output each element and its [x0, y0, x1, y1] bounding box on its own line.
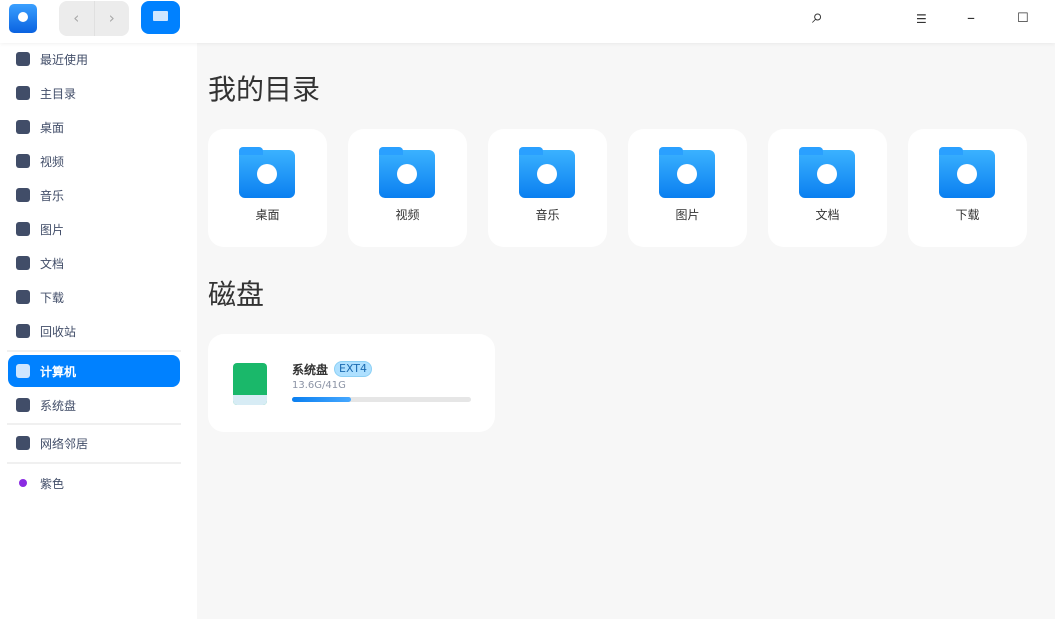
disk-usage-bar: [292, 397, 471, 402]
computer-view-button[interactable]: [141, 1, 180, 34]
drive-icon: [233, 363, 267, 405]
folder-label: 文档: [815, 208, 840, 222]
folder-card-pictures[interactable]: 图片: [628, 129, 747, 247]
sidebar-item-video[interactable]: 视频: [8, 145, 180, 177]
sidebar-divider: [7, 350, 181, 352]
video-icon: [16, 154, 30, 168]
sidebar-item-tag[interactable]: 紫色: [8, 467, 180, 499]
sidebar-item-picture[interactable]: 图片: [8, 213, 180, 245]
sidebar-item-network[interactable]: 网络邻居: [8, 427, 180, 459]
sidebar-divider: [7, 462, 181, 464]
sidebar-item-document[interactable]: 文档: [8, 247, 180, 279]
maximize-button[interactable]: ☐: [1017, 11, 1029, 26]
music-icon: [16, 188, 30, 202]
folder-label: 图片: [675, 208, 700, 222]
sidebar-item-music[interactable]: 音乐: [8, 179, 180, 211]
section-title-my-dirs: 我的目录: [208, 73, 321, 106]
minimize-button[interactable]: –: [967, 8, 975, 27]
sidebar-item-label: 最近使用: [40, 52, 89, 67]
desktop-folder-icon: [239, 147, 295, 198]
picture-icon: [16, 222, 30, 236]
music-folder-icon: [519, 147, 575, 198]
section-title-disks: 磁盘: [208, 278, 265, 311]
sidebar-item-home[interactable]: 主目录: [8, 77, 180, 109]
folder-card-desktop[interactable]: 桌面: [208, 129, 327, 247]
filesystem-badge: EXT4: [334, 361, 373, 377]
folder-label: 音乐: [535, 208, 560, 222]
folder-card-music[interactable]: 音乐: [488, 129, 607, 247]
downloads-folder-icon: [939, 147, 995, 198]
sidebar-item-label: 紫色: [40, 476, 65, 491]
tag-icon: [19, 479, 27, 487]
folder-card-downloads[interactable]: 下载: [908, 129, 1027, 247]
desktop-icon: [16, 120, 30, 134]
sidebar-item-disk[interactable]: 系统盘: [8, 389, 180, 421]
folder-card-video[interactable]: 视频: [348, 129, 467, 247]
forward-button[interactable]: ›: [95, 1, 130, 36]
sidebar-item-label: 视频: [40, 154, 65, 169]
video-folder-icon: [379, 147, 435, 198]
folder-label: 桌面: [255, 208, 280, 222]
folder-label: 下载: [955, 208, 980, 222]
sidebar-item-label: 桌面: [40, 120, 65, 135]
sidebar-item-trash[interactable]: 回收站: [8, 315, 180, 347]
sidebar-item-label: 音乐: [40, 188, 65, 203]
titlebar: ‹ › ⌕ ☰ – ☐: [0, 0, 1055, 43]
pictures-folder-icon: [659, 147, 715, 198]
sidebar-item-label: 网络邻居: [40, 436, 89, 451]
app-logo-icon: [9, 4, 37, 33]
disk-usage-fill: [292, 397, 352, 402]
sidebar-item-label: 系统盘: [40, 398, 77, 413]
home-icon: [16, 86, 30, 100]
nav-buttons: ‹ ›: [59, 1, 129, 36]
network-icon: [16, 436, 30, 450]
disk-name: 系统盘: [292, 363, 329, 377]
disk-icon: [16, 398, 30, 412]
trash-icon: [16, 324, 30, 338]
sidebar-item-download[interactable]: 下载: [8, 281, 180, 313]
sidebar-divider: [7, 423, 181, 425]
disk-card[interactable]: 系统盘 EXT4 13.6G/41G: [208, 334, 495, 432]
back-button[interactable]: ‹: [59, 1, 95, 36]
document-icon: [16, 256, 30, 270]
computer-icon: [16, 364, 30, 378]
computer-icon: [153, 11, 168, 21]
menu-button[interactable]: ☰: [916, 12, 927, 26]
sidebar-item-desktop[interactable]: 桌面: [8, 111, 180, 143]
sidebar-item-clock[interactable]: 最近使用: [8, 43, 180, 75]
folder-label: 视频: [395, 208, 420, 222]
sidebar-item-label: 主目录: [40, 86, 77, 101]
sidebar-item-label: 文档: [40, 256, 65, 271]
search-button[interactable]: ⌕: [812, 4, 823, 28]
download-icon: [16, 290, 30, 304]
clock-icon: [16, 52, 30, 66]
disk-usage-text: 13.6G/41G: [292, 380, 346, 391]
sidebar-item-label: 图片: [40, 222, 65, 237]
sidebar-item-label: 回收站: [40, 324, 77, 339]
documents-folder-icon: [799, 147, 855, 198]
sidebar-item-label: 下载: [40, 290, 65, 305]
folder-card-documents[interactable]: 文档: [768, 129, 887, 247]
sidebar-item-computer[interactable]: 计算机: [8, 355, 180, 387]
sidebar-item-label: 计算机: [40, 364, 77, 379]
